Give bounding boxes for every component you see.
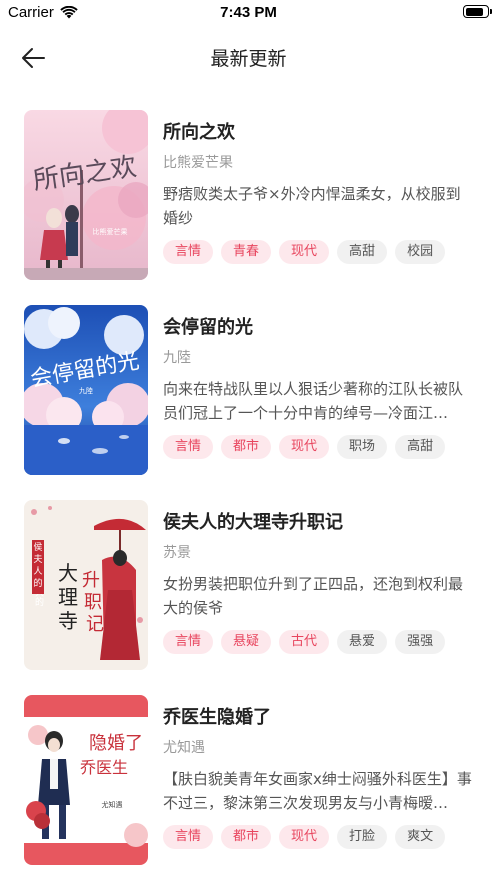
tag[interactable]: 职场 (337, 435, 388, 459)
tag[interactable]: 言情 (163, 630, 214, 654)
book-item[interactable]: 会停留的光 九陸 会停留的光 九陸 向来在特战队里以人狠话少著称的江队长被队员们… (0, 305, 497, 475)
battery-icon (463, 5, 492, 18)
status-bar: Carrier 7:43 PM (0, 0, 497, 26)
tag[interactable]: 都市 (221, 435, 272, 459)
book-cover: 隐婚了 乔医生 尤知遇 (24, 695, 148, 865)
cover-title: 隐婚了 (89, 733, 143, 754)
svg-text:寺: 寺 (58, 609, 78, 633)
tag[interactable]: 现代 (279, 825, 330, 849)
tag[interactable]: 现代 (279, 435, 330, 459)
battery-level (465, 7, 483, 16)
book-author: 尤知遇 (163, 740, 205, 756)
book-author: 比熊爱芒果 (163, 155, 233, 171)
book-description: 野痞败类太子爷×外冷内悍温柔女，从校服到婚纱 (163, 185, 461, 227)
book-cover: 会停留的光 九陸 (24, 305, 148, 475)
tag[interactable]: 高甜 (337, 240, 388, 264)
svg-text:夫: 夫 (33, 553, 42, 565)
tag[interactable]: 言情 (163, 240, 214, 264)
book-description: 【肤白貌美青年女画家x绅士闷骚外科医生】事不过三，黎沫第三次发现男友与小青梅暧… (163, 770, 472, 812)
tag-list: 言情 都市 现代 职场 高甜 (163, 435, 446, 459)
book-cover: 侯夫人的 侯 夫 人 的 大 理 寺 升 职 记 (24, 500, 148, 670)
book-description: 向来在特战队里以人狠话少著称的江队长被队员们冠上了一个十分中肯的绰号—冷面江… (163, 380, 464, 422)
tag[interactable]: 现代 (279, 240, 330, 264)
book-author: 苏景 (163, 545, 191, 561)
book-title: 会停留的光 (163, 317, 253, 338)
svg-text:乔医生: 乔医生 (80, 758, 128, 777)
tag[interactable]: 古代 (279, 630, 330, 654)
book-item[interactable]: 侯夫人的 侯 夫 人 的 大 理 寺 升 职 记 侯夫人的大理寺升职记 苏景 女… (0, 500, 497, 670)
book-author: 九陸 (163, 350, 191, 366)
svg-text:人: 人 (33, 566, 42, 577)
tag[interactable]: 爽文 (395, 825, 446, 849)
book-title: 所向之欢 (163, 122, 235, 143)
tag-list: 言情 悬疑 古代 悬爱 强强 (163, 630, 446, 654)
book-item[interactable]: 所向之欢 比熊爱芒果 所向之欢 比熊爱芒果 野痞败类太子爷×外冷内悍温柔女，从校… (0, 110, 497, 280)
nav-bar: 最新更新 (0, 32, 497, 84)
clock: 7:43 PM (220, 4, 277, 21)
tag[interactable]: 言情 (163, 435, 214, 459)
tag[interactable]: 青春 (221, 240, 272, 264)
tag[interactable]: 悬爱 (337, 630, 388, 654)
tag[interactable]: 强强 (395, 630, 446, 654)
tag[interactable]: 都市 (221, 825, 272, 849)
tag[interactable]: 打脸 (337, 825, 388, 849)
svg-text:的: 的 (33, 577, 42, 589)
tag-list: 言情 青春 现代 高甜 校园 (163, 240, 446, 264)
svg-text:侯: 侯 (33, 541, 42, 553)
svg-text:理: 理 (58, 585, 78, 609)
tag[interactable]: 高甜 (395, 435, 446, 459)
svg-text:升: 升 (82, 570, 100, 591)
tag-list: 言情 都市 现代 打脸 爽文 (163, 825, 446, 849)
cover-title: 大 (58, 561, 78, 585)
cover-author: 尤知遇 (102, 800, 123, 809)
cover-author: 比熊爱芒果 (93, 227, 128, 236)
cover-author: 九陸 (79, 386, 93, 395)
book-description: 女扮男装把职位升到了正四品，还泡到权利最大的侯爷 (163, 575, 464, 617)
book-cover: 所向之欢 比熊爱芒果 (24, 110, 148, 280)
book-title: 侯夫人的大理寺升职记 (163, 512, 343, 533)
tag[interactable]: 校园 (395, 240, 446, 264)
book-title: 乔医生隐婚了 (163, 707, 271, 728)
tag[interactable]: 悬疑 (221, 630, 272, 654)
svg-text:记: 记 (86, 614, 104, 635)
tag[interactable]: 言情 (163, 825, 214, 849)
svg-text:职: 职 (84, 592, 102, 613)
page-title: 最新更新 (210, 48, 287, 70)
book-item[interactable]: 隐婚了 乔医生 尤知遇 乔医生隐婚了 尤知遇 【肤白貌美青年女画家x绅士闷骚外科… (0, 695, 497, 865)
